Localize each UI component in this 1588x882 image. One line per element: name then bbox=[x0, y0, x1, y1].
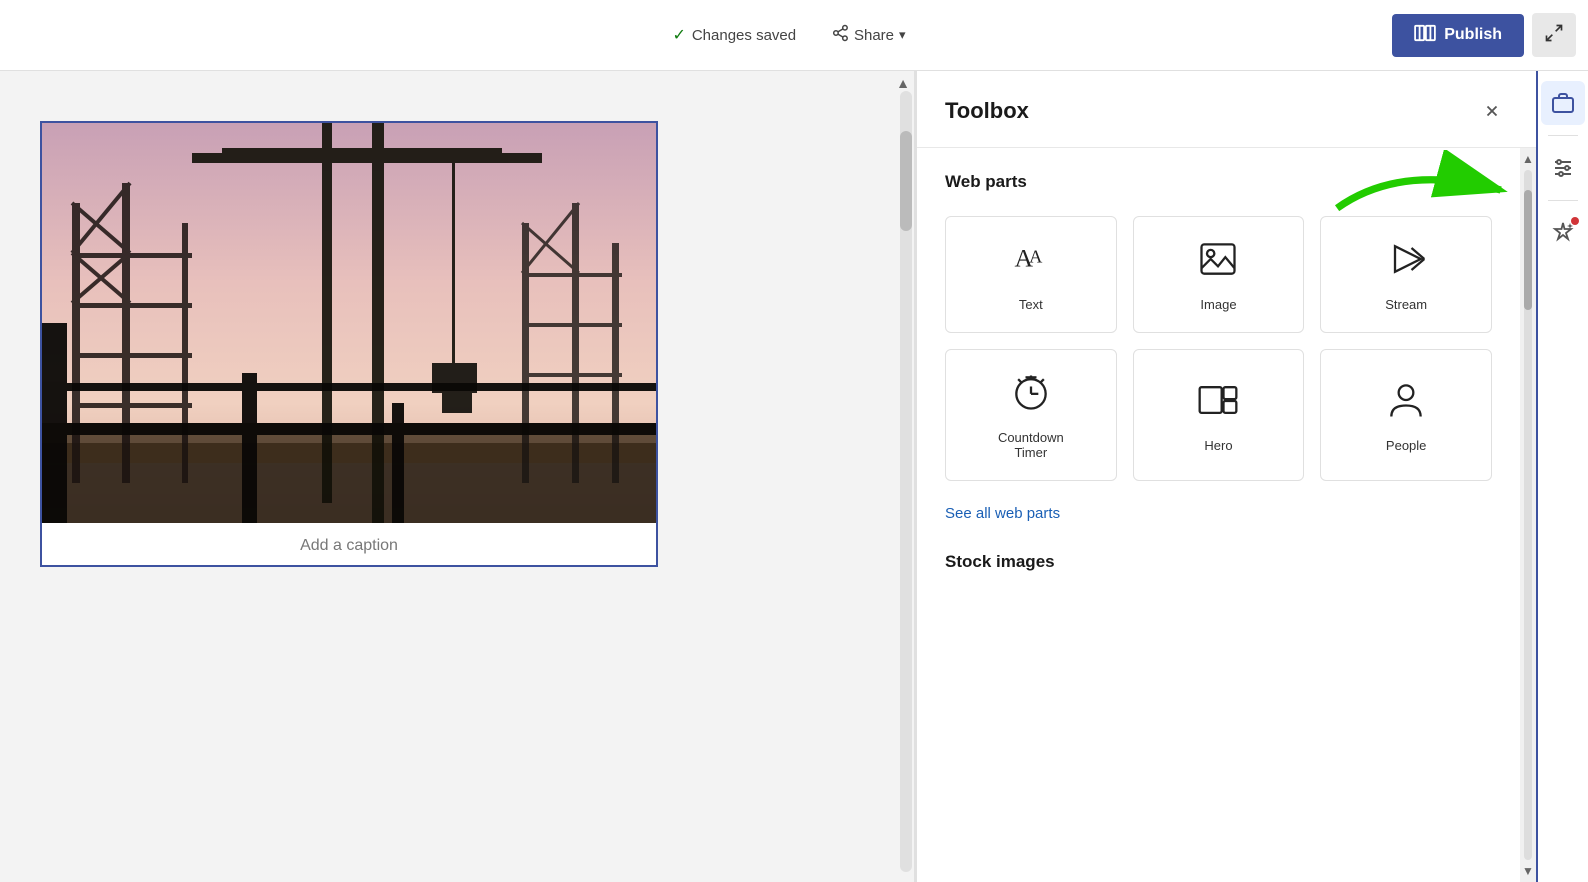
topbar-right: Publish bbox=[1392, 13, 1576, 57]
webpart-hero[interactable]: Hero bbox=[1133, 349, 1305, 481]
check-icon: ✓ bbox=[672, 25, 685, 45]
webparts-section-title: Web parts bbox=[945, 172, 1492, 192]
toolbox-scrollbar: ▲ ▼ bbox=[1520, 148, 1536, 882]
webpart-image-label: Image bbox=[1200, 297, 1236, 312]
collapse-icon bbox=[1544, 23, 1564, 48]
topbar: ✓ Changes saved Share ▾ bbox=[0, 0, 1588, 71]
image-icon bbox=[1196, 237, 1240, 287]
main-area: ▲ bbox=[0, 71, 1588, 882]
scroll-up-arrow[interactable]: ▲ bbox=[896, 75, 910, 93]
canvas-area: ▲ bbox=[0, 71, 914, 882]
text-icon: A A bbox=[1009, 237, 1053, 287]
webpart-countdown-label: CountdownTimer bbox=[998, 430, 1064, 460]
changes-saved-status: ✓ Changes saved bbox=[672, 25, 796, 45]
share-button[interactable]: Share ▾ bbox=[821, 18, 916, 52]
people-icon bbox=[1384, 378, 1428, 428]
svg-text:A: A bbox=[1029, 247, 1043, 267]
toolbox-scroll-track bbox=[1524, 170, 1532, 860]
stream-icon bbox=[1384, 237, 1428, 287]
stock-images-title: Stock images bbox=[945, 552, 1492, 572]
share-chevron-icon: ▾ bbox=[899, 27, 906, 43]
webpart-countdown[interactable]: CountdownTimer bbox=[945, 349, 1117, 481]
collapse-button[interactable] bbox=[1532, 13, 1576, 57]
webpart-people-label: People bbox=[1386, 438, 1426, 453]
toolbox-close-button[interactable] bbox=[1476, 95, 1508, 127]
sidebar-divider-1 bbox=[1548, 135, 1578, 136]
toolbox-scroll-wrapper: Web parts A A Text bbox=[917, 148, 1536, 882]
caption-text[interactable]: Add a caption bbox=[300, 523, 398, 565]
image-block: Add a caption bbox=[40, 121, 658, 567]
share-label: Share bbox=[854, 27, 894, 44]
toolbox-content: Web parts A A Text bbox=[917, 148, 1520, 882]
webpart-image[interactable]: Image bbox=[1133, 216, 1305, 333]
see-all-webparts-link[interactable]: See all web parts bbox=[945, 505, 1492, 522]
toolbox-title: Toolbox bbox=[945, 98, 1029, 124]
webparts-grid: A A Text bbox=[945, 216, 1492, 481]
crane-svg bbox=[42, 123, 656, 523]
sidebar-ai-icon[interactable] bbox=[1541, 211, 1585, 255]
toolbox-scroll-up[interactable]: ▲ bbox=[1522, 152, 1534, 166]
toolbox-header: Toolbox bbox=[917, 71, 1536, 148]
webpart-stream-label: Stream bbox=[1385, 297, 1427, 312]
share-icon bbox=[831, 24, 849, 46]
webpart-people[interactable]: People bbox=[1320, 349, 1492, 481]
scrollbar-track bbox=[900, 91, 912, 872]
toolbox-scroll-thumb[interactable] bbox=[1524, 190, 1532, 310]
webpart-text[interactable]: A A Text bbox=[945, 216, 1117, 333]
countdown-icon bbox=[1009, 370, 1053, 420]
right-sidebar bbox=[1536, 71, 1588, 882]
sidebar-toolbox-icon[interactable] bbox=[1541, 81, 1585, 125]
construction-image bbox=[42, 123, 656, 523]
publish-button[interactable]: Publish bbox=[1392, 14, 1524, 57]
ai-notification-dot bbox=[1571, 217, 1579, 225]
publish-label: Publish bbox=[1444, 26, 1502, 44]
webpart-text-label: Text bbox=[1019, 297, 1043, 312]
webpart-stream[interactable]: Stream bbox=[1320, 216, 1492, 333]
changes-saved-label: Changes saved bbox=[692, 27, 796, 44]
webpart-hero-label: Hero bbox=[1204, 438, 1232, 453]
sidebar-divider-2 bbox=[1548, 200, 1578, 201]
scrollbar-thumb[interactable] bbox=[900, 131, 912, 231]
hero-icon bbox=[1196, 378, 1240, 428]
sidebar-settings-icon[interactable] bbox=[1541, 146, 1585, 190]
topbar-center: ✓ Changes saved Share ▾ bbox=[672, 18, 915, 52]
toolbox-scroll-down[interactable]: ▼ bbox=[1522, 864, 1534, 878]
publish-book-icon bbox=[1414, 24, 1436, 47]
toolbox-panel: Toolbox Web parts A A bbox=[916, 71, 1536, 882]
